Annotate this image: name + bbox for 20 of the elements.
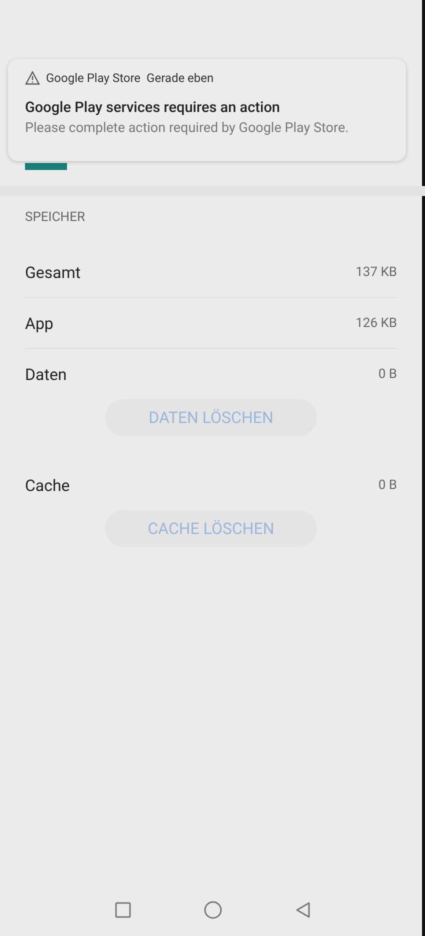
- notification-text: Please complete action required by Google Play Store.: [25, 120, 350, 136]
- storage-label: Daten: [25, 364, 67, 384]
- notification-app: Google Play Store: [46, 71, 141, 85]
- clear-button[interactable]: CACHE LÖSCHEN: [105, 510, 317, 547]
- app-icon: [25, 163, 67, 170]
- section-heading: SPEICHER: [25, 209, 86, 227]
- storage-label: Cache: [25, 476, 70, 494]
- storage-value: 0 B: [378, 366, 397, 382]
- home-icon[interactable]: [202, 900, 222, 920]
- storage-label: Gesamt: [25, 262, 81, 282]
- storage-value: 0 B: [378, 478, 397, 492]
- storage-value: 137 KB: [356, 264, 397, 280]
- clear-button[interactable]: DATEN LÖSCHEN: [105, 399, 317, 436]
- recents-icon[interactable]: [112, 900, 132, 920]
- storage-value: 126 KB: [356, 316, 397, 330]
- notification-card[interactable]: Google Play Store Gerade eben Google Play services requires an action Please complete action required by Google Play Store.: [8, 59, 406, 161]
- warning-icon: [25, 71, 40, 85]
- notification-time: Gerade eben: [146, 71, 214, 85]
- storage-label: App: [25, 314, 54, 332]
- notification-title: Google Play services requires an action: [25, 99, 282, 116]
